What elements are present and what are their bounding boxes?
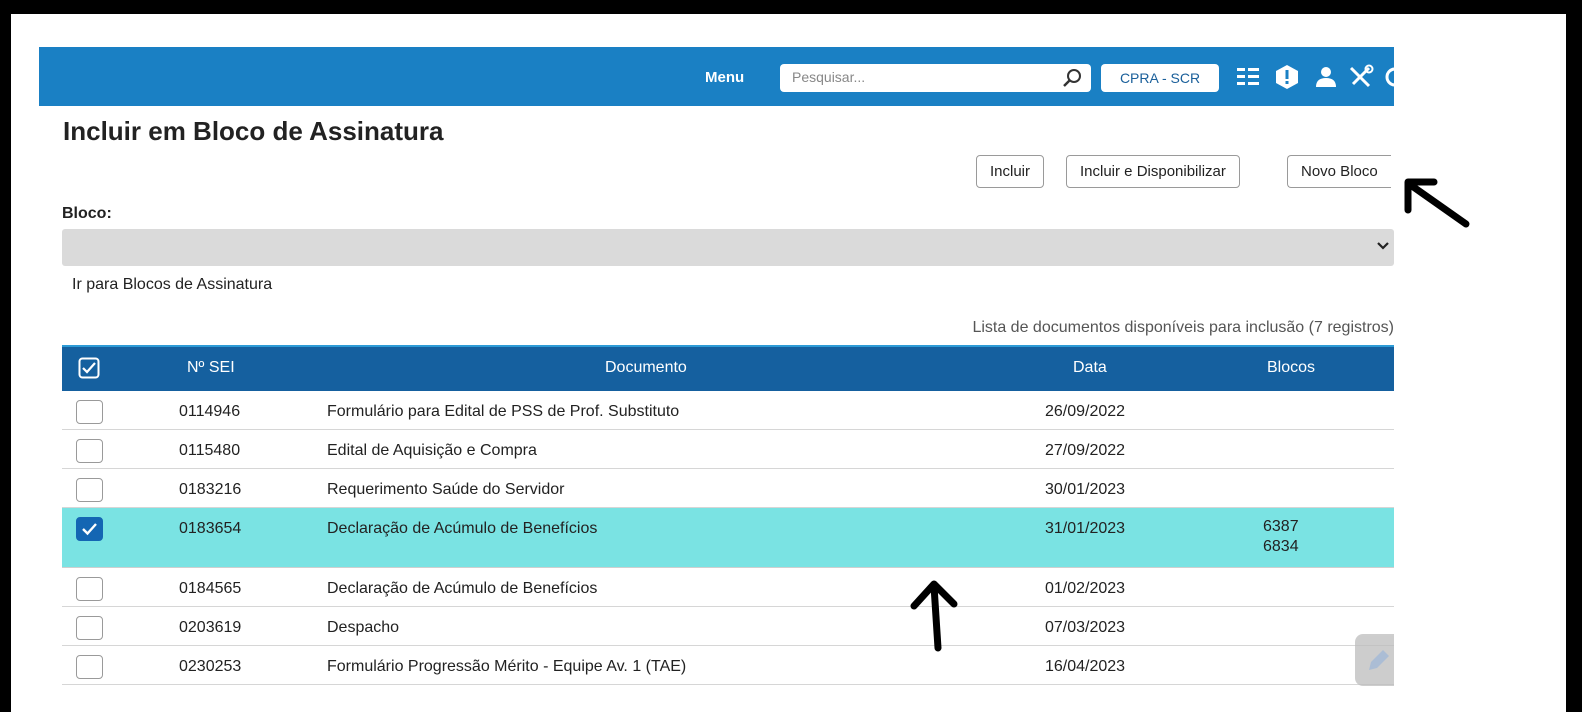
row-documento[interactable]: Despacho (327, 619, 399, 637)
header-blocos[interactable]: Blocos (1267, 347, 1315, 389)
row-checkbox[interactable] (76, 478, 103, 502)
table-row[interactable]: 0115480 Edital de Aquisição e Compra 27/… (62, 430, 1394, 469)
menu-link[interactable]: Menu (705, 69, 744, 86)
search-input[interactable]: Pesquisar... (780, 64, 1091, 92)
pencil-icon (1369, 650, 1389, 670)
row-data: 30/01/2023 (1045, 481, 1126, 498)
row-sei[interactable]: 0115480 (179, 442, 240, 460)
table-row[interactable]: 0183216 Requerimento Saúde do Servidor 3… (62, 469, 1394, 508)
check-icon (82, 523, 97, 536)
annotation-arrow-icon (910, 580, 958, 652)
incluir-disponibilizar-label: Incluir e Disponibilizar (1080, 163, 1226, 180)
list-icon[interactable] (1235, 64, 1261, 90)
row-sei[interactable]: 0230253 (179, 658, 241, 676)
novo-bloco-label: Novo Bloco (1301, 163, 1378, 180)
header-sei[interactable]: Nº SEI (187, 347, 235, 389)
row-sei[interactable]: 0183654 (179, 520, 241, 538)
table-row[interactable]: 0114946 Formulário para Edital de PSS de… (62, 391, 1394, 430)
row-data: 16/04/2023 (1045, 658, 1126, 675)
alert-icon[interactable] (1273, 64, 1301, 90)
row-documento[interactable]: Requerimento Saúde do Servidor (327, 481, 564, 499)
row-checkbox[interactable] (76, 400, 103, 424)
annotation-arrow-icon (1404, 178, 1470, 228)
search-icon[interactable] (1061, 68, 1083, 88)
incluir-button-label: Incluir (990, 163, 1031, 180)
bloco-link[interactable]: 6387 (1263, 517, 1299, 537)
row-checkbox-checked[interactable] (76, 517, 103, 541)
row-documento[interactable]: Edital de Aquisição e Compra (327, 442, 537, 460)
blocos-assinatura-link[interactable]: Ir para Blocos de Assinatura (72, 276, 272, 294)
table-row[interactable]: 0184565 Declaração de Acúmulo de Benefíc… (62, 568, 1394, 607)
documents-table: Nº SEI Documento Data Blocos 0114946 For… (62, 345, 1394, 685)
incluir-button[interactable]: Incluir (976, 155, 1045, 188)
chevron-down-icon (1377, 242, 1389, 250)
floating-action-button[interactable] (1355, 634, 1394, 686)
row-documento[interactable]: Formulário para Edital de PSS de Prof. S… (327, 403, 679, 421)
unit-selector-button[interactable]: CPRA - SCR (1101, 64, 1219, 92)
table-row[interactable]: 0203619 Despacho 07/03/2023 (62, 607, 1394, 646)
row-sei[interactable]: 0114946 (179, 403, 240, 421)
table-header: Nº SEI Documento Data Blocos (62, 345, 1394, 391)
row-documento[interactable]: Declaração de Acúmulo de Benefícios (327, 520, 597, 538)
row-checkbox[interactable] (76, 439, 103, 463)
row-sei[interactable]: 0203619 (179, 619, 241, 637)
header-documento[interactable]: Documento (605, 347, 687, 389)
app-window: Menu Pesquisar... CPRA - SCR Incluir em … (39, 47, 1394, 712)
tools-icon[interactable] (1347, 64, 1375, 90)
header-data[interactable]: Data (1073, 347, 1107, 389)
row-data: 26/09/2022 (1045, 403, 1126, 420)
search-placeholder: Pesquisar... (792, 69, 866, 85)
novo-bloco-button[interactable]: Novo Bloco (1287, 155, 1391, 188)
bloco-link[interactable]: 6834 (1263, 537, 1299, 557)
row-documento[interactable]: Declaração de Acúmulo de Benefícios (327, 580, 597, 598)
incluir-disponibilizar-button[interactable]: Incluir e Disponibilizar (1066, 155, 1240, 188)
table-row-selected[interactable]: 0183654 Declaração de Acúmulo de Benefíc… (62, 508, 1394, 568)
partial-icon[interactable] (1383, 64, 1394, 90)
select-all-checkbox-icon[interactable] (78, 357, 100, 379)
page-title: Incluir em Bloco de Assinatura (63, 116, 444, 146)
row-sei[interactable]: 0184565 (179, 580, 241, 598)
row-checkbox[interactable] (76, 616, 103, 640)
top-navigation-bar: Menu Pesquisar... CPRA - SCR (39, 47, 1394, 106)
row-blocos: 6387 6834 (1263, 517, 1299, 557)
row-data: 31/01/2023 (1045, 520, 1126, 537)
bloco-select[interactable] (62, 229, 1394, 266)
table-row[interactable]: 0230253 Formulário Progressão Mérito - E… (62, 646, 1394, 685)
row-checkbox[interactable] (76, 577, 103, 601)
row-data: 27/09/2022 (1045, 442, 1126, 459)
row-sei[interactable]: 0183216 (179, 481, 241, 499)
row-documento[interactable]: Formulário Progressão Mérito - Equipe Av… (327, 658, 686, 676)
row-data: 01/02/2023 (1045, 580, 1126, 597)
bloco-label: Bloco: (62, 205, 112, 222)
table-caption: Lista de documentos disponíveis para inc… (972, 319, 1394, 336)
user-icon[interactable] (1313, 64, 1339, 90)
row-checkbox[interactable] (76, 655, 103, 679)
row-data: 07/03/2023 (1045, 619, 1126, 636)
